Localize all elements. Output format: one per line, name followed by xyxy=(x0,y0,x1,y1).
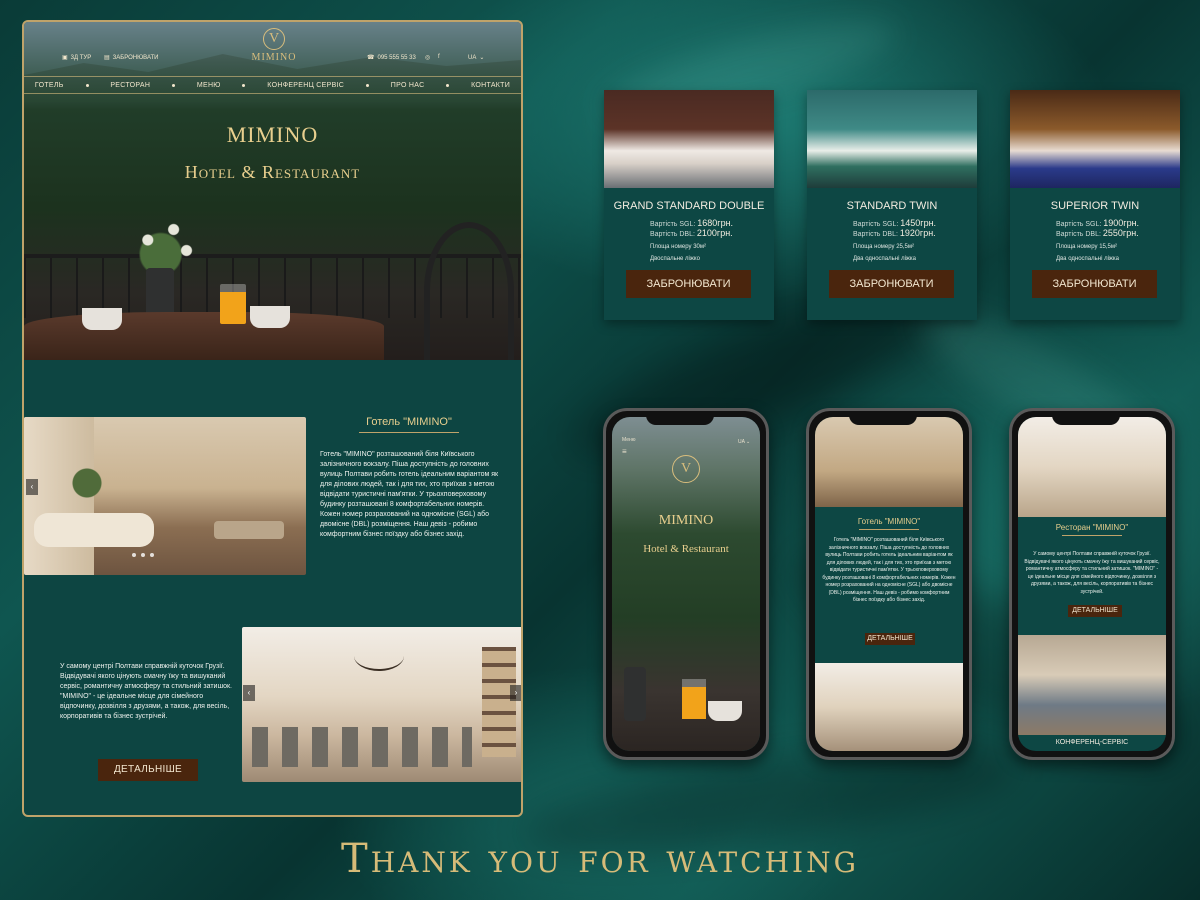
conference-section-title: КОНФЕРЕНЦ-СЕРВІС xyxy=(1055,739,1129,746)
restaurant-section-title: Ресторан "MIMINO" xyxy=(1055,523,1129,532)
book-link[interactable]: ▤ ЗАБРОНЮВАТИ xyxy=(104,54,158,62)
hero-heading: MIMINO Hotel & Restaurant xyxy=(24,122,521,183)
room-card: SUPERIOR TWIN Вартість SGL: 1900грн. Вар… xyxy=(1010,90,1180,320)
logo-emblem-icon: V xyxy=(263,28,285,50)
restaurant-photo xyxy=(1018,417,1166,517)
phone-mockup-restaurant: Ресторан "MIMINO" У самому центрі Полтав… xyxy=(1009,408,1175,760)
details-button[interactable]: ДЕТАЛЬНІШЕ xyxy=(1068,605,1122,617)
hero-title: MIMINO xyxy=(226,122,319,147)
logo[interactable]: V MIMINO xyxy=(246,28,302,63)
chevron-down-icon: ⌄ xyxy=(479,55,485,61)
phone-mockup-hero: Меню ≡ UA ⌄ V MIMINO Hotel & Restaurant xyxy=(603,408,769,760)
main-nav: ГОТЕЛЬ РЕСТОРАН МЕНЮ КОНФЕРЕНЦ СЕРВІС ПР… xyxy=(24,76,521,94)
room-beds: Два односпальні ліжка xyxy=(1056,256,1120,262)
desktop-mockup: ▣ 3Д ТУР ▤ ЗАБРОНЮВАТИ ☎ 095 555 55 33 ◎ f … xyxy=(22,20,523,817)
room-beds: Два односпальні ліжка xyxy=(853,256,917,262)
room-beds: Двоспальне ліжко xyxy=(650,256,700,262)
logo-name: MIMINO xyxy=(251,52,297,63)
room-photo xyxy=(807,90,977,188)
nav-item-menu[interactable]: МЕНЮ xyxy=(197,82,221,89)
slider-next-icon[interactable]: › xyxy=(510,685,521,701)
slider-dots[interactable] xyxy=(132,553,154,557)
conference-room-photo xyxy=(1018,635,1166,735)
logo-emblem-icon[interactable]: V xyxy=(672,455,700,483)
room-card: GRAND STANDARD DOUBLE Вартість SGL: 1680… xyxy=(604,90,774,320)
room-area: Площа номеру 30м² xyxy=(650,244,707,250)
nav-item-contacts[interactable]: КОНТАКТИ xyxy=(471,82,510,89)
slider-prev-icon[interactable]: ‹ xyxy=(243,685,255,701)
restaurant-description: У самому центрі Полтави справжній куточо… xyxy=(1024,551,1160,595)
room-card: STANDARD TWIN Вартість SGL: 1450грн. Вар… xyxy=(807,90,977,320)
restaurant-slider[interactable]: ‹ › xyxy=(242,627,521,782)
thank-you-caption: Thank you for watching xyxy=(341,836,859,882)
nav-item-restaurant[interactable]: РЕСТОРАН xyxy=(110,82,150,89)
phone-link[interactable]: ☎ 095 555 55 33 xyxy=(367,54,416,62)
instagram-icon[interactable]: ◎ xyxy=(425,54,430,61)
hero-title: MIMINO xyxy=(658,513,714,528)
tour-link[interactable]: ▣ 3Д ТУР xyxy=(62,54,91,62)
room-area: Площа номеру 25,5м² xyxy=(853,244,915,250)
hotel-lobby-slider[interactable]: ‹ xyxy=(24,417,306,575)
room-photo xyxy=(604,90,774,188)
calendar-icon: ▤ xyxy=(104,55,110,61)
nav-item-conference[interactable]: КОНФЕРЕНЦ СЕРВІС xyxy=(267,82,344,89)
hotel-section-title: Готель "MIMINO" xyxy=(324,416,494,433)
language-select[interactable]: UA ⌄ xyxy=(468,54,485,62)
slider-prev-icon[interactable]: ‹ xyxy=(26,479,38,495)
hero-subtitle: Hotel & Restaurant xyxy=(643,543,729,555)
hamburger-icon[interactable]: ≡ xyxy=(622,447,627,456)
facebook-icon[interactable]: f xyxy=(438,54,440,60)
book-room-button[interactable]: ЗАБРОНЮВАТИ xyxy=(829,270,954,298)
menu-label: Меню xyxy=(622,437,636,443)
camera-icon: ▣ xyxy=(62,55,68,61)
restaurant-photo xyxy=(815,663,963,751)
room-title: STANDARD TWIN xyxy=(846,200,938,212)
details-button[interactable]: ДЕТАЛЬНІШЕ xyxy=(98,759,198,781)
nav-item-hotel[interactable]: ГОТЕЛЬ xyxy=(35,82,64,89)
phone-mockup-hotel: Готель "MIMINO" Готель "MIMINO" розташов… xyxy=(806,408,972,760)
room-title: GRAND STANDARD DOUBLE xyxy=(613,200,765,212)
hotel-description: Готель "MIMINO" розташований біля Київсь… xyxy=(320,451,499,538)
hotel-lobby-photo xyxy=(815,417,963,507)
room-area: Площа номеру 15,5м² xyxy=(1056,244,1118,250)
hotel-section-title: Готель "MIMINO" xyxy=(857,517,921,526)
details-button[interactable]: ДЕТАЛЬНІШЕ xyxy=(865,633,915,645)
phone-icon: ☎ xyxy=(367,55,375,61)
language-select[interactable]: UA ⌄ xyxy=(738,439,750,445)
book-room-button[interactable]: ЗАБРОНЮВАТИ xyxy=(1032,270,1157,298)
room-title: SUPERIOR TWIN xyxy=(1050,200,1140,212)
hero-subtitle: Hotel & Restaurant xyxy=(184,162,361,182)
book-room-button[interactable]: ЗАБРОНЮВАТИ xyxy=(626,270,751,298)
hotel-description: Готель "MIMINO" розташований біля Київсь… xyxy=(822,537,956,603)
restaurant-description: У самому центрі Полтави справжній куточо… xyxy=(60,663,232,720)
room-photo xyxy=(1010,90,1180,188)
nav-item-about[interactable]: ПРО НАС xyxy=(391,82,425,89)
